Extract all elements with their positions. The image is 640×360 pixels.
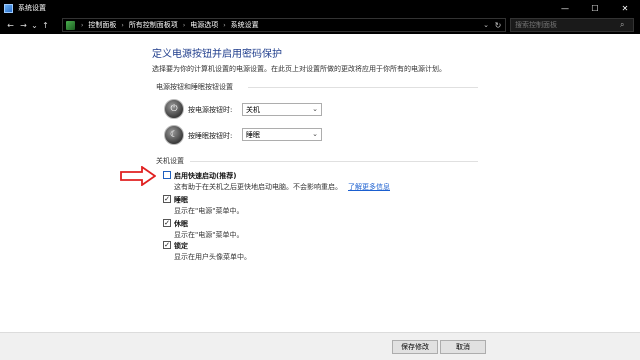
lock-checkbox[interactable]: ✓ <box>163 241 171 249</box>
page-title: 定义电源按钮并启用密码保护 <box>152 49 282 60</box>
recent-locations-icon[interactable]: ⌄ <box>30 18 39 32</box>
fast-startup-desc-text: 这有助于在关机之后更快地启动电脑。不会影响重启。 <box>174 183 342 191</box>
sleep-button-label: 按睡眠按钮时: <box>188 132 233 140</box>
power-button-label: 按电源按钮时: <box>188 106 233 114</box>
hibernate-label[interactable]: 休眠 <box>174 219 188 229</box>
learn-more-link[interactable]: 了解更多信息 <box>348 183 390 191</box>
app-icon <box>4 3 13 13</box>
forward-icon[interactable]: → <box>17 18 30 32</box>
fast-startup-description: 这有助于在关机之后更快地启动电脑。不会影响重启。 了解更多信息 <box>174 182 390 192</box>
chevron-down-icon[interactable]: ⌄ <box>481 19 491 31</box>
breadcrumb-item[interactable]: 电源选项 <box>188 20 220 30</box>
select-value: 睡眠 <box>246 130 260 139</box>
sleep-button-icon: ☾ <box>164 125 184 145</box>
page-description: 选择要为你的计算机设置的电源设置。在此页上对设置所做的更改将应用于你所有的电源计… <box>152 65 446 73</box>
power-button-action-select[interactable]: 关机 ⌄ <box>242 103 322 116</box>
minimize-button[interactable]: — <box>550 0 580 16</box>
select-value: 关机 <box>246 105 260 114</box>
sleep-checkbox[interactable]: ✓ <box>163 195 171 203</box>
maximize-button[interactable]: ☐ <box>580 0 610 16</box>
section-divider <box>190 161 478 162</box>
footer-bar <box>0 332 640 360</box>
address-bar: ← → ⌄ ↑ › 控制面板 › 所有控制面板项 › 电源选项 › 系统设置 ⌄… <box>0 16 640 34</box>
red-arrow-annotation <box>120 166 156 186</box>
save-changes-button[interactable]: 保存修改 <box>392 340 438 354</box>
cancel-button[interactable]: 取消 <box>440 340 486 354</box>
lock-description: 显示在用户头像菜单中。 <box>174 253 251 261</box>
breadcrumb-item[interactable]: 控制面板 <box>86 20 118 30</box>
chevron-right-icon: › <box>121 21 124 29</box>
search-input[interactable] <box>511 19 611 31</box>
shutdown-section-heading: 关机设置 <box>156 157 184 165</box>
hibernate-checkbox[interactable]: ✓ <box>163 219 171 227</box>
power-button-icon: ⏻ <box>164 99 184 119</box>
breadcrumb-item[interactable]: 系统设置 <box>229 20 261 30</box>
section-divider <box>248 87 478 88</box>
fast-startup-checkbox[interactable] <box>163 171 171 179</box>
chevron-right-icon: › <box>223 21 226 29</box>
chevron-down-icon: ⌄ <box>312 105 318 113</box>
window-title: 系统设置 <box>18 4 46 12</box>
fast-startup-label[interactable]: 启用快速启动(推荐) <box>174 171 236 181</box>
close-button[interactable]: ✕ <box>610 0 640 16</box>
back-icon[interactable]: ← <box>4 18 17 32</box>
control-panel-icon <box>66 20 75 30</box>
search-box[interactable]: ⌕ <box>510 18 634 32</box>
title-bar: 系统设置 — ☐ ✕ <box>0 0 640 16</box>
sleep-description: 显示在"电源"菜单中。 <box>174 207 244 215</box>
sleep-button-action-select[interactable]: 睡眠 ⌄ <box>242 128 322 141</box>
window-controls: — ☐ ✕ <box>550 0 640 16</box>
search-icon[interactable]: ⌕ <box>620 20 630 30</box>
sleep-label[interactable]: 睡眠 <box>174 195 188 205</box>
up-icon[interactable]: ↑ <box>39 18 52 32</box>
power-section-heading: 电源按钮和睡眠按钮设置 <box>156 83 233 91</box>
lock-label[interactable]: 锁定 <box>174 241 188 251</box>
breadcrumb[interactable]: › 控制面板 › 所有控制面板项 › 电源选项 › 系统设置 ⌄ ↻ <box>62 18 506 32</box>
breadcrumb-item[interactable]: 所有控制面板项 <box>127 20 180 30</box>
chevron-right-icon: › <box>182 21 186 29</box>
chevron-right-icon: › <box>81 21 84 29</box>
refresh-icon[interactable]: ↻ <box>493 19 503 31</box>
hibernate-description: 显示在"电源"菜单中。 <box>174 231 244 239</box>
chevron-down-icon: ⌄ <box>312 130 318 138</box>
